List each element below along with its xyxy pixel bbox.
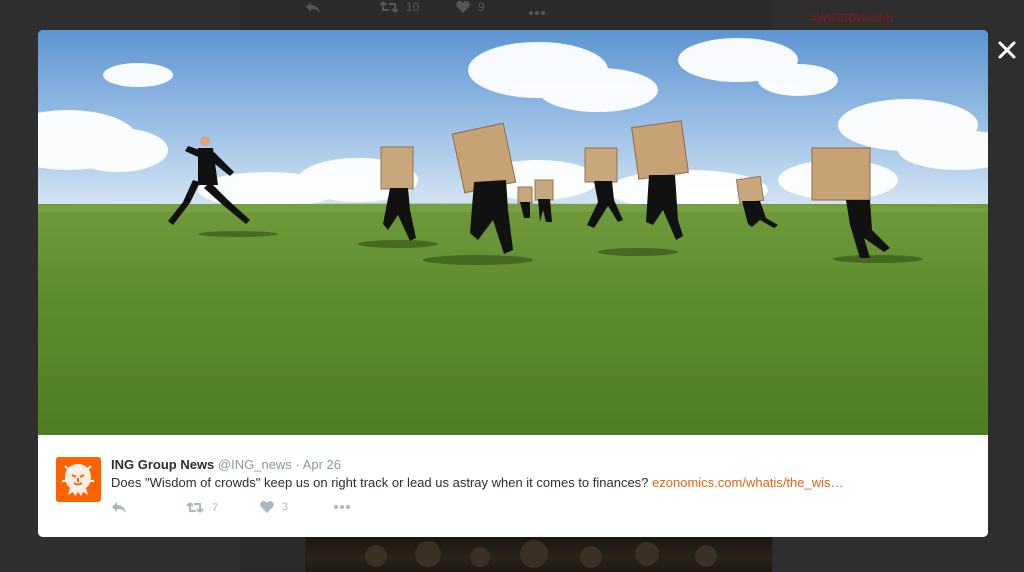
tweet-header: ING Group News @ING_news · Apr 26 <box>111 457 341 472</box>
tweet-date[interactable]: Apr 26 <box>303 457 341 472</box>
background-retweet-icon <box>380 1 398 13</box>
reply-button[interactable] <box>111 501 127 514</box>
tweet-photo[interactable] <box>38 30 988 435</box>
author-name[interactable]: ING Group News <box>111 457 214 472</box>
background-like-count: 9 <box>478 0 485 14</box>
media-modal: ING Group News @ING_news · Apr 26 Does "… <box>38 30 988 537</box>
tweet-link[interactable]: ezonomics.com/whatis/the_wis… <box>652 475 843 490</box>
author-handle[interactable]: @ING_news <box>218 457 292 472</box>
background-heart-icon <box>456 1 470 13</box>
close-button[interactable] <box>995 38 1019 62</box>
close-icon <box>998 41 1016 59</box>
background-hashtag: #WIREDHealth <box>810 11 894 25</box>
retweet-button[interactable]: 7 <box>186 501 218 514</box>
more-button[interactable] <box>333 504 351 510</box>
retweet-count: 7 <box>212 501 219 514</box>
retweet-icon <box>186 502 204 513</box>
heart-icon <box>260 501 274 513</box>
background-media-strip <box>305 537 772 572</box>
background-more-icon <box>528 3 546 21</box>
reply-icon <box>112 502 126 513</box>
tweet: ING Group News @ING_news · Apr 26 Does "… <box>38 435 988 537</box>
header-separator: · <box>295 457 300 472</box>
like-count: 3 <box>282 501 289 513</box>
background-like: 9 <box>456 0 485 14</box>
background-retweet-count: 10 <box>406 0 420 14</box>
background-retweet: 10 <box>380 0 419 14</box>
background-reply-icon <box>305 0 321 19</box>
like-button[interactable]: 3 <box>260 501 288 513</box>
tweet-body: Does "Wisdom of crowds" keep us on right… <box>111 475 649 490</box>
more-icon <box>334 505 350 509</box>
tweet-text: Does "Wisdom of crowds" keep us on right… <box>111 475 844 490</box>
ing-lion-icon <box>56 457 101 502</box>
avatar[interactable] <box>56 457 101 502</box>
